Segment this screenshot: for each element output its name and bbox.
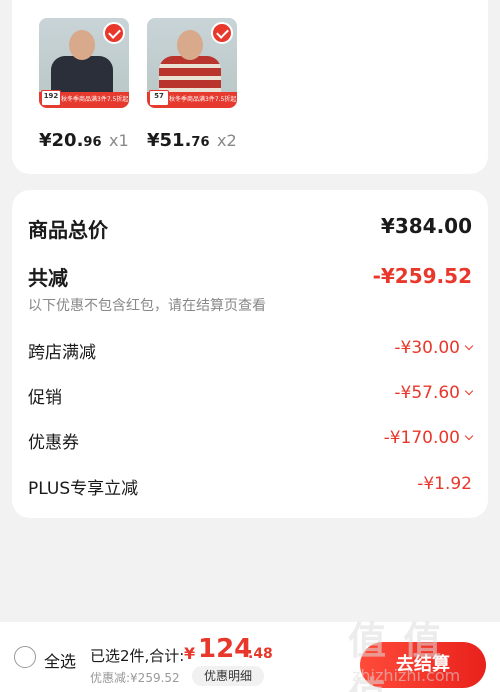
total-price-label: 商品总价 bbox=[28, 218, 108, 242]
product-thumbnail-1[interactable]: 秋冬季商品满3件7.5折起 192 bbox=[39, 18, 129, 108]
select-all-radio[interactable] bbox=[14, 646, 36, 668]
discount-row-label: 跨店满减 bbox=[28, 343, 96, 363]
total-currency: ¥ bbox=[184, 644, 196, 663]
sales-tag: 57 bbox=[149, 90, 169, 106]
sales-tag: 192 bbox=[41, 90, 61, 106]
total-reduce-value: -¥259.52 bbox=[372, 264, 472, 288]
reduce-note: 以下优惠不包含红包，请在结算页查看 bbox=[28, 298, 266, 314]
discount-row-value[interactable]: -¥30.00 bbox=[394, 338, 474, 358]
product-qty-2: x2 bbox=[217, 131, 237, 150]
price-summary-card: 商品总价 ¥384.00 共减 -¥259.52 以下优惠不包含红包，请在结算页… bbox=[12, 190, 488, 518]
total-reduce-label: 共减 bbox=[28, 266, 68, 290]
discount-detail-button[interactable]: 优惠明细 bbox=[192, 666, 264, 686]
total-amount-decimal: .48 bbox=[248, 646, 273, 662]
product-qty-1: x1 bbox=[109, 131, 129, 150]
chevron-down-icon bbox=[464, 341, 474, 351]
product-price-1: ¥20.96 bbox=[39, 130, 102, 151]
total-price-value: ¥384.00 bbox=[380, 214, 472, 238]
selected-count: 已选2件,合计: bbox=[90, 647, 185, 665]
chevron-down-icon bbox=[464, 386, 474, 396]
selected-check-icon[interactable] bbox=[211, 22, 233, 44]
discount-row-label: PLUS专享立减 bbox=[28, 479, 139, 499]
product-price-2: ¥51.76 bbox=[147, 130, 210, 151]
checkout-bar: 全选 已选2件,合计: ¥ 124 .48 优惠减:¥259.52 优惠明细 去… bbox=[0, 622, 500, 692]
product-thumbnail-2[interactable]: 秋冬季商品满3件7.5折起 57 bbox=[147, 18, 237, 108]
discount-row-label: 优惠券 bbox=[28, 433, 79, 453]
products-card: 秋冬季商品满3件7.5折起 192 秋冬季商品满3件7.5折起 57 ¥20.9… bbox=[12, 0, 488, 174]
selected-check-icon[interactable] bbox=[103, 22, 125, 44]
total-amount: 124 bbox=[198, 634, 253, 664]
discount-row-value: -¥1.92 bbox=[417, 474, 472, 494]
discount-note: 优惠减:¥259.52 bbox=[90, 671, 180, 685]
select-all-label[interactable]: 全选 bbox=[44, 648, 76, 672]
discount-row-value[interactable]: -¥57.60 bbox=[394, 383, 474, 403]
discount-row-value[interactable]: -¥170.00 bbox=[384, 428, 474, 448]
discount-row-label: 促销 bbox=[28, 388, 62, 408]
checkout-button[interactable]: 去结算 bbox=[360, 642, 486, 688]
chevron-down-icon bbox=[464, 431, 474, 441]
